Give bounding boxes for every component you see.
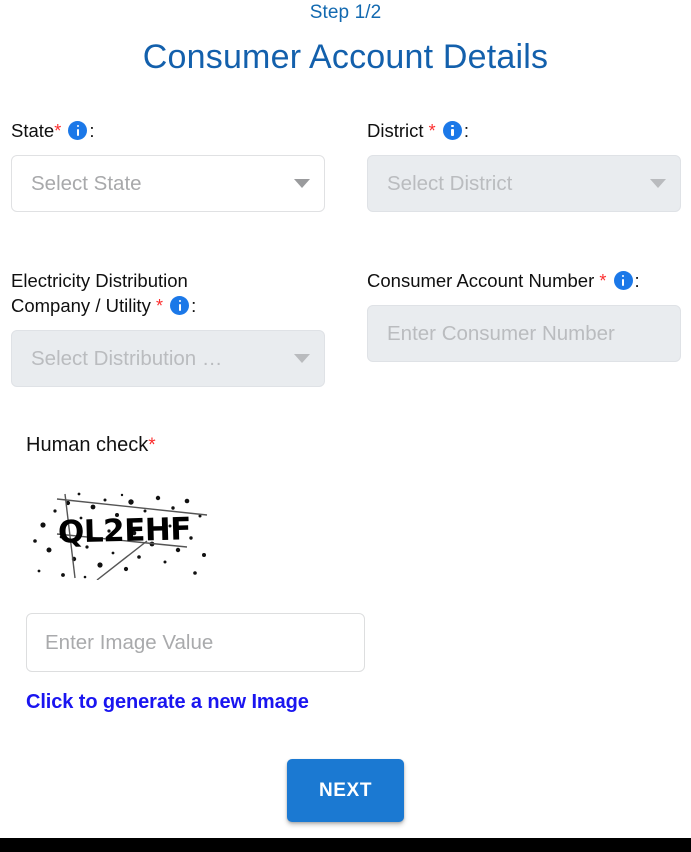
chevron-down-icon bbox=[650, 179, 666, 188]
district-label: District * : bbox=[367, 118, 681, 144]
human-check-required-marker: * bbox=[148, 435, 156, 456]
captcha-input[interactable]: Enter Image Value bbox=[26, 613, 365, 672]
district-select-placeholder: Select District bbox=[387, 171, 513, 195]
consumer-account-details-page: Step 1/2 Consumer Account Details State*… bbox=[0, 0, 691, 852]
chevron-down-icon bbox=[294, 354, 310, 363]
field-group-distribution-company: Electricity Distribution Company / Utili… bbox=[11, 268, 325, 387]
state-select-placeholder: Select State bbox=[31, 171, 142, 195]
next-button[interactable]: NEXT bbox=[287, 759, 404, 822]
captcha-text: QL2EHF bbox=[57, 511, 192, 551]
consumer-account-number-label-colon: : bbox=[634, 270, 640, 291]
field-row-1: State* : Select State District * : Selec… bbox=[0, 118, 691, 268]
district-required-marker: * bbox=[428, 121, 436, 141]
field-group-state: State* : Select State bbox=[11, 118, 325, 212]
consumer-account-number-input[interactable]: Enter Consumer Number bbox=[367, 305, 681, 362]
district-select[interactable]: Select District bbox=[367, 155, 681, 212]
district-label-colon: : bbox=[463, 120, 469, 141]
regenerate-captcha-link[interactable]: Click to generate a new Image bbox=[26, 691, 309, 714]
consumer-account-number-placeholder: Enter Consumer Number bbox=[387, 321, 615, 345]
distribution-company-label-colon: : bbox=[191, 295, 197, 316]
human-check-label-text: Human check bbox=[26, 434, 149, 456]
distribution-company-required-marker: * bbox=[155, 296, 163, 316]
state-label-colon: : bbox=[89, 120, 95, 141]
distribution-company-select-placeholder: Select Distribution … bbox=[31, 346, 223, 370]
distribution-company-select[interactable]: Select Distribution … bbox=[11, 330, 325, 387]
human-check-label: Human check* bbox=[26, 434, 156, 457]
form-area: State* : Select State District * : Selec… bbox=[0, 118, 691, 408]
distribution-company-label: Electricity Distribution Company / Utili… bbox=[11, 268, 271, 319]
info-icon[interactable] bbox=[613, 271, 633, 290]
captcha-image: QL2EHF bbox=[27, 489, 213, 580]
state-label-text: State bbox=[11, 120, 55, 141]
consumer-account-number-required-marker: * bbox=[599, 271, 607, 291]
field-group-consumer-account-number: Consumer Account Number * : Enter Consum… bbox=[367, 268, 681, 362]
chevron-down-icon bbox=[294, 179, 310, 188]
info-icon[interactable] bbox=[68, 121, 88, 140]
state-select[interactable]: Select State bbox=[11, 155, 325, 212]
info-icon[interactable] bbox=[170, 296, 190, 315]
info-icon[interactable] bbox=[442, 121, 462, 140]
bottom-bar bbox=[0, 838, 691, 852]
consumer-account-number-label-text: Consumer Account Number bbox=[367, 270, 595, 291]
captcha-input-placeholder: Enter Image Value bbox=[45, 630, 214, 654]
consumer-account-number-label: Consumer Account Number * : bbox=[367, 268, 667, 294]
state-required-marker: * bbox=[54, 121, 62, 141]
step-indicator: Step 1/2 bbox=[309, 2, 382, 23]
page-title: Consumer Account Details bbox=[142, 38, 549, 76]
field-row-2: Electricity Distribution Company / Utili… bbox=[0, 268, 691, 408]
state-label: State* : bbox=[11, 118, 325, 144]
district-label-text: District bbox=[367, 120, 424, 141]
field-group-district: District * : Select District bbox=[367, 118, 681, 212]
